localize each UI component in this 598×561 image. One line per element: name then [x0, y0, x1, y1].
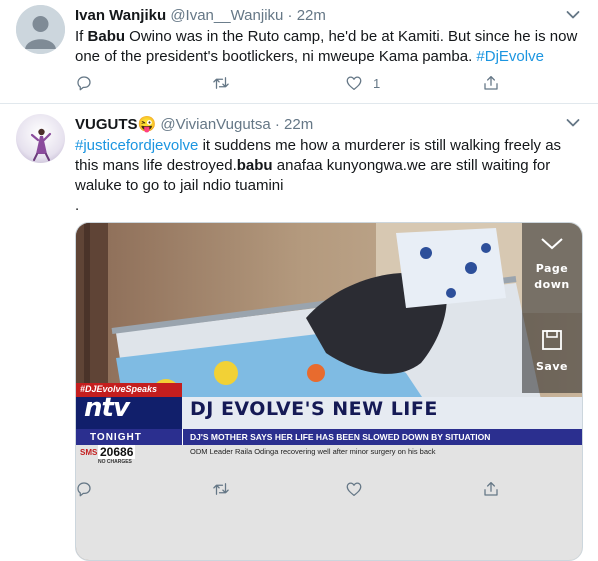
sms-note: NO CHARGES [98, 459, 132, 465]
author-name-emoji: 😜 [137, 116, 157, 133]
tweet-text: #justicefordjevolve it suddens me how a … [75, 136, 580, 216]
highlighted-term: babu [236, 157, 273, 174]
subheadline: DJ'S MOTHER SAYS HER LIFE HAS BEEN SLOWE… [190, 432, 491, 442]
tweet-header: VUGUTS😜 @VivianVugutsa · 22m [75, 115, 313, 133]
channel-logo: ntv [84, 393, 130, 423]
tweet-ivan-wanjiku[interactable]: Ivan Wanjiku @Ivan__Wanjiku · 22m If Bab… [0, 0, 598, 104]
timestamp[interactable]: 22m [284, 116, 313, 133]
page-down-label-line1: Page [535, 262, 569, 275]
retweet-button[interactable] [211, 72, 231, 94]
tweet-header: Ivan Wanjiku @Ivan__Wanjiku · 22m [75, 7, 326, 24]
share-button[interactable] [482, 72, 500, 94]
author-handle[interactable]: @VivianVugutsa [160, 116, 270, 133]
headline: DJ EVOLVE'S NEW LIFE [190, 398, 438, 420]
sms-number: 20686 [98, 445, 136, 459]
reply-button[interactable] [75, 478, 93, 500]
chevron-down-icon [541, 238, 563, 250]
separator: · [287, 7, 293, 24]
sms-label: SMS [80, 448, 98, 457]
like-count: 1 [373, 75, 381, 91]
save-button[interactable]: Save [522, 329, 582, 375]
chevron-down-icon[interactable] [566, 10, 580, 20]
tweet-vuguts[interactable]: VUGUTS😜 @VivianVugutsa · 22m #justicefor… [0, 104, 598, 561]
default-avatar-icon [16, 5, 65, 54]
avatar-default[interactable] [16, 5, 65, 54]
tweet-actions: 1 [75, 72, 498, 96]
highlighted-term: Babu [87, 28, 126, 45]
share-button[interactable] [482, 478, 500, 500]
like-icon [346, 482, 362, 497]
page-down-button[interactable]: Page down [522, 237, 582, 293]
tweet-text: If Babu Owino was in the Ruto camp, he'd… [75, 27, 580, 67]
reply-icon [77, 482, 91, 497]
text-segment: If [75, 28, 88, 45]
separator: · [274, 116, 280, 133]
news-ticker: ODM Leader Raila Odinga recovering well … [190, 447, 436, 456]
author-name[interactable]: Ivan Wanjiku [75, 7, 166, 24]
author-name[interactable]: VUGUTS [75, 116, 138, 133]
save-label: Save [536, 360, 568, 373]
share-icon [484, 481, 498, 496]
channel-logo-sub: TONIGHT [90, 432, 142, 443]
timestamp[interactable]: 22m [297, 7, 326, 24]
reply-icon [77, 76, 91, 91]
retweet-icon [213, 77, 229, 89]
text-segment: . [75, 197, 80, 214]
hashtag-link[interactable]: #DjEvolve [476, 48, 544, 65]
page-down-label-line2: down [534, 278, 570, 291]
like-icon [346, 76, 362, 91]
retweet-button[interactable] [211, 478, 231, 500]
like-button[interactable] [345, 478, 363, 500]
avatar-vuguts[interactable] [16, 114, 65, 163]
profile-photo-icon [16, 114, 65, 163]
tweet-actions [75, 478, 498, 502]
share-icon [484, 75, 498, 90]
save-icon [542, 330, 562, 350]
author-handle[interactable]: @Ivan__Wanjiku [170, 7, 283, 24]
like-button[interactable]: 1 [345, 72, 380, 94]
retweet-icon [213, 483, 229, 495]
tweet-media-image[interactable]: Page down Save #DJEvolveSpeaks ntv TONIG… [75, 222, 583, 561]
reply-button[interactable] [75, 72, 93, 94]
hashtag-link[interactable]: #justicefordjevolve [75, 137, 198, 154]
chevron-down-icon[interactable] [566, 118, 580, 128]
